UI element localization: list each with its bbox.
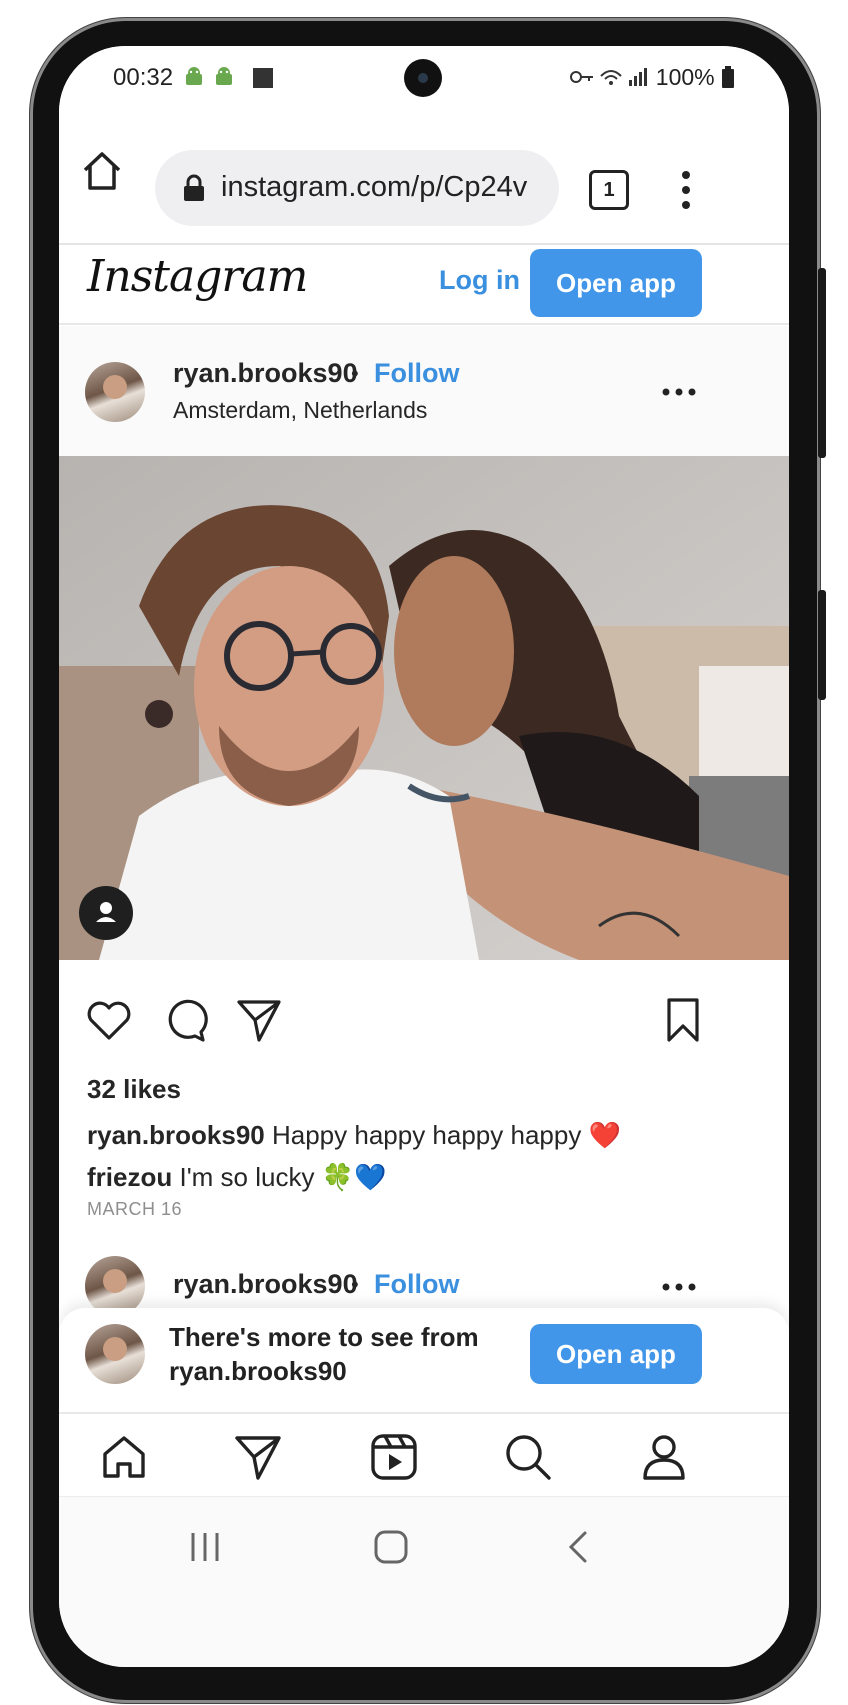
more-options-icon[interactable] — [662, 388, 696, 396]
phone-screen: 00:32 100% instagram.com/p/Cp24v 1 Insta… — [59, 46, 789, 1667]
android-notification-icon — [213, 66, 235, 93]
comment-username[interactable]: friezou — [87, 1162, 172, 1192]
open-app-banner: There's more to see from ryan.brooks90 O… — [59, 1308, 789, 1412]
post-photo[interactable] — [59, 456, 789, 960]
post-username[interactable]: ryan.brooks90 — [173, 1269, 358, 1300]
login-link[interactable]: Log in — [439, 265, 520, 296]
couple-photo — [59, 456, 789, 960]
comment: friezou I'm so lucky 🍀💙 — [87, 1162, 386, 1193]
instagram-header: Instagram Log in Open app — [59, 245, 789, 325]
send-icon[interactable] — [233, 1432, 283, 1482]
separator-dot: • — [351, 361, 359, 386]
separator-dot: • — [351, 1272, 359, 1297]
avatar[interactable] — [85, 362, 145, 422]
follow-button[interactable]: Follow — [374, 358, 459, 389]
power-button — [818, 590, 826, 700]
post-actions — [59, 960, 789, 1070]
browser-toolbar: instagram.com/p/Cp24v 1 — [59, 108, 789, 245]
post-header: ryan.brooks90 • Follow Amsterdam, Nether… — [59, 326, 789, 456]
avatar[interactable] — [85, 1256, 145, 1316]
follow-button[interactable]: Follow — [374, 1269, 459, 1300]
front-camera — [404, 59, 442, 97]
caption-text: Happy happy happy happy ❤️ — [271, 1120, 621, 1150]
comment-icon[interactable] — [161, 996, 209, 1044]
status-bar: 00:32 100% — [59, 46, 789, 108]
caption-username[interactable]: ryan.brooks90 — [87, 1120, 265, 1150]
battery-percent: 100% — [655, 64, 715, 90]
home-icon[interactable] — [79, 148, 125, 194]
heart-icon[interactable] — [85, 996, 133, 1044]
post-username[interactable]: ryan.brooks90 — [173, 358, 358, 389]
banner-line1: There's more to see from — [169, 1322, 479, 1352]
user-tag-icon[interactable] — [79, 886, 133, 940]
tabs-icon[interactable]: 1 — [589, 170, 629, 210]
back-icon[interactable] — [559, 1527, 599, 1567]
status-time: 00:32 — [113, 64, 174, 91]
banner-text: There's more to see from ryan.brooks90 — [169, 1320, 479, 1388]
notification-square-icon — [253, 68, 273, 88]
avatar — [85, 1324, 145, 1384]
send-icon[interactable] — [235, 996, 283, 1044]
reels-icon[interactable] — [369, 1432, 419, 1482]
open-app-button[interactable]: Open app — [530, 249, 702, 317]
home-button-icon[interactable] — [371, 1527, 411, 1567]
banner-line2: ryan.brooks90 — [169, 1356, 347, 1386]
lock-icon — [184, 174, 204, 201]
search-icon[interactable] — [503, 1432, 553, 1482]
comment-text: I'm so lucky 🍀💙 — [179, 1162, 387, 1192]
battery-icon — [722, 66, 734, 88]
android-notification-icon — [183, 66, 205, 93]
home-icon[interactable] — [99, 1432, 149, 1482]
instagram-bottom-nav — [59, 1412, 789, 1498]
system-navigation-bar — [59, 1496, 789, 1667]
recent-apps-icon[interactable] — [185, 1527, 225, 1567]
bookmark-icon[interactable] — [659, 996, 707, 1044]
url-text[interactable]: instagram.com/p/Cp24v — [221, 171, 527, 204]
more-vert-icon[interactable] — [679, 168, 693, 212]
address-bar[interactable]: instagram.com/p/Cp24v — [155, 150, 559, 226]
more-options-icon[interactable] — [662, 1283, 696, 1291]
instagram-logo[interactable]: Instagram — [87, 251, 308, 302]
like-count[interactable]: 32 likes — [87, 1074, 181, 1105]
post-date: MARCH 16 — [87, 1199, 183, 1219]
volume-button — [818, 268, 826, 458]
banner-open-app-button[interactable]: Open app — [530, 1324, 702, 1384]
post-location[interactable]: Amsterdam, Netherlands — [173, 397, 427, 424]
next-post-header: ryan.brooks90 • Follow — [59, 1241, 789, 1316]
key-wifi-signal-icon — [570, 68, 648, 86]
status-right: 100% — [569, 64, 735, 91]
profile-icon[interactable] — [639, 1432, 689, 1482]
caption: ryan.brooks90 Happy happy happy happy ❤️ — [87, 1120, 621, 1151]
